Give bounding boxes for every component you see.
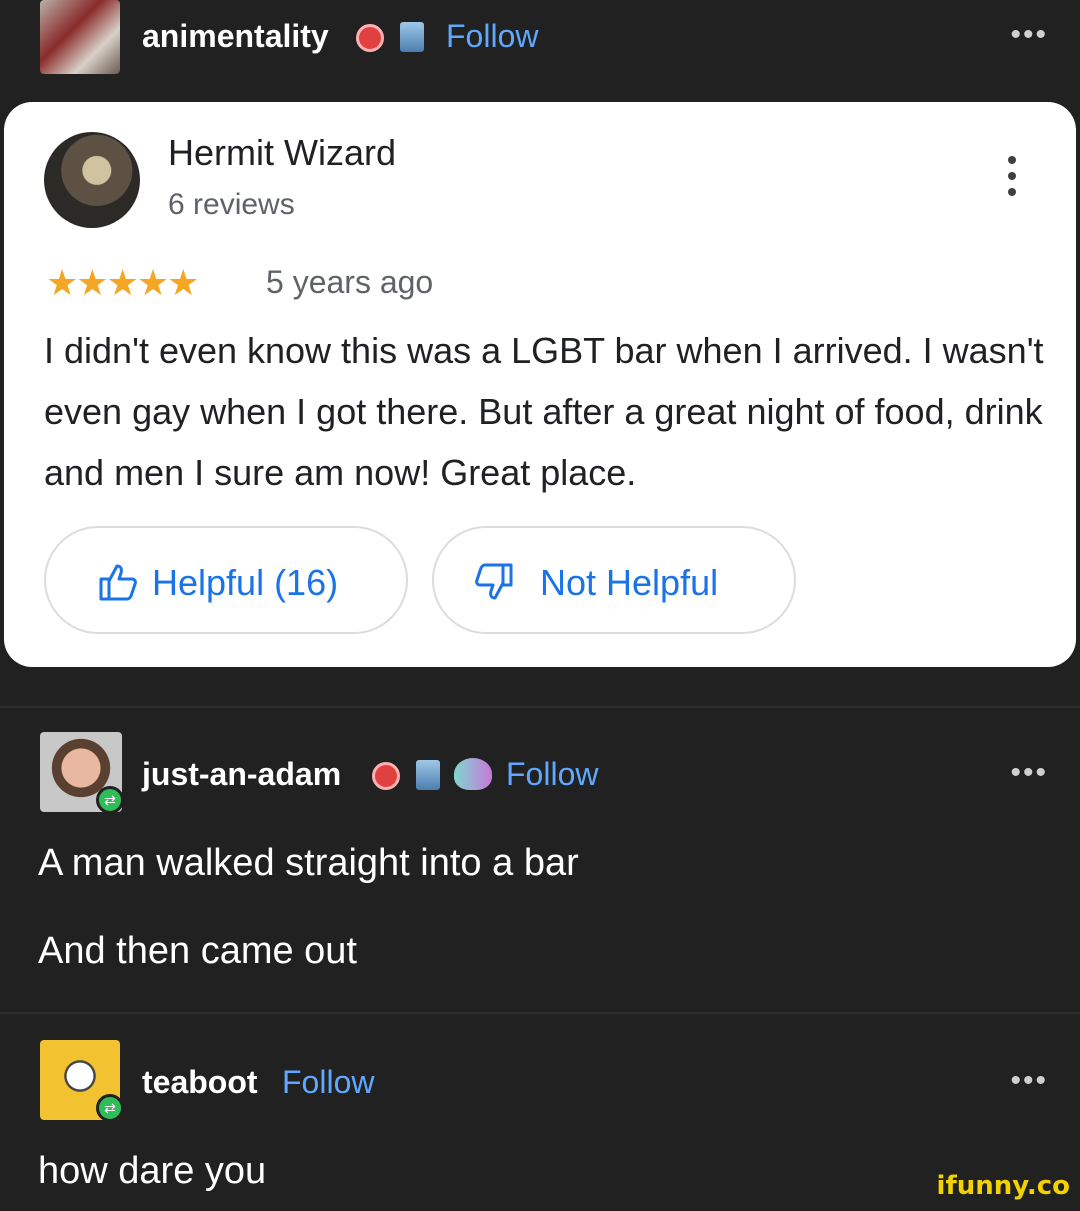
reply-line: A man walked straight into a bar bbox=[38, 842, 579, 884]
divider bbox=[0, 1012, 1080, 1014]
not-helpful-label: Not Helpful bbox=[540, 562, 719, 603]
review-text: I didn't even know this was a LGBT bar w… bbox=[44, 330, 1044, 493]
app-icon bbox=[416, 760, 440, 790]
follow-button[interactable]: Follow bbox=[446, 18, 538, 55]
reply-line: how dare you bbox=[38, 1150, 267, 1192]
badge-icon bbox=[356, 24, 384, 52]
more-icon[interactable]: ••• bbox=[1010, 18, 1048, 52]
not-helpful-button[interactable]: Not Helpful bbox=[432, 526, 796, 634]
review-card: Hermit Wizard 6 reviews ★★★★★ 5 years ag… bbox=[4, 102, 1076, 667]
crab-icon bbox=[454, 758, 492, 790]
divider bbox=[0, 706, 1080, 708]
helpful-button[interactable]: Helpful (16) bbox=[44, 526, 408, 634]
post-header-just-an-adam: ⇄ just-an-adam Follow ••• bbox=[0, 728, 1080, 814]
thumbs-down-icon bbox=[475, 563, 513, 600]
reviewer-review-count: 6 reviews bbox=[168, 188, 295, 221]
post-header-animentality: animentality Follow ••• bbox=[0, 0, 1080, 80]
reblog-icon: ⇄ bbox=[96, 1094, 124, 1122]
review-age: 5 years ago bbox=[266, 264, 434, 300]
avatar[interactable] bbox=[40, 0, 120, 74]
reviewer-avatar[interactable] bbox=[44, 132, 140, 228]
reviewer-name[interactable]: Hermit Wizard bbox=[168, 132, 396, 174]
thumbs-up-icon bbox=[99, 564, 137, 601]
reply-line: And then came out bbox=[38, 930, 357, 972]
badge-icon bbox=[372, 762, 400, 790]
username[interactable]: animentality bbox=[142, 18, 329, 55]
app-icon bbox=[400, 22, 424, 52]
more-icon[interactable]: ••• bbox=[1010, 756, 1048, 790]
watermark: ifunny.co bbox=[936, 1171, 1070, 1201]
post-header-teaboot: ⇄ teaboot Follow ••• bbox=[0, 1036, 1080, 1122]
reblog-icon: ⇄ bbox=[96, 786, 124, 814]
star-rating: ★★★★★ bbox=[46, 262, 199, 303]
helpful-label: Helpful (16) bbox=[152, 562, 339, 603]
username[interactable]: just-an-adam bbox=[142, 756, 341, 793]
follow-button[interactable]: Follow bbox=[282, 1064, 374, 1101]
follow-button[interactable]: Follow bbox=[506, 756, 598, 793]
more-icon[interactable]: ••• bbox=[1010, 1064, 1048, 1098]
more-vert-icon[interactable] bbox=[1008, 156, 1016, 204]
username[interactable]: teaboot bbox=[142, 1064, 258, 1101]
